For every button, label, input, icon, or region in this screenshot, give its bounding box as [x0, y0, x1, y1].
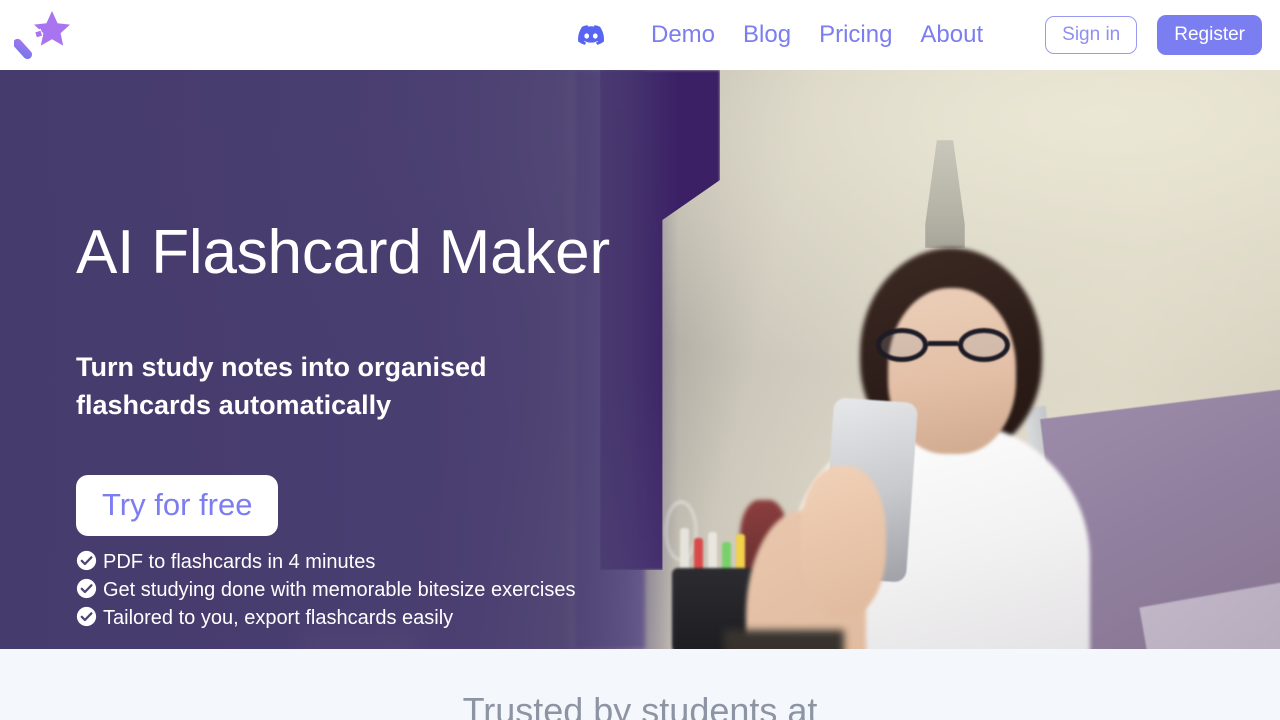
trusted-by-heading: Trusted by students at	[462, 690, 818, 720]
try-for-free-button[interactable]: Try for free	[76, 475, 279, 536]
discord-link[interactable]	[577, 21, 605, 49]
hero-title: AI Flashcard Maker	[76, 218, 610, 287]
magic-wand-star-icon	[14, 11, 70, 60]
nav-link-pricing[interactable]: Pricing	[819, 23, 892, 47]
brand-logo-link[interactable]	[14, 7, 70, 63]
hero-section: AI Flashcard Maker Turn study notes into…	[0, 70, 1280, 649]
feature-text: Tailored to you, export flashcards easil…	[103, 607, 454, 629]
hero-content: AI Flashcard Maker Turn study notes into…	[76, 70, 696, 649]
nav-link-demo[interactable]: Demo	[651, 23, 715, 47]
nav-link-blog[interactable]: Blog	[743, 23, 791, 47]
hero-subtitle: Turn study notes into organised flashcar…	[76, 352, 487, 421]
check-circle-icon	[76, 606, 97, 627]
nav-link-about[interactable]: About	[920, 23, 983, 47]
list-item: PDF to flashcards in 4 minutes	[76, 548, 596, 576]
main-navigation: Demo Blog Pricing About	[577, 21, 983, 49]
check-circle-icon	[76, 550, 97, 571]
list-item: Tailored to you, export flashcards easil…	[76, 604, 596, 632]
sign-in-button[interactable]: Sign in	[1045, 16, 1138, 54]
register-button[interactable]: Register	[1157, 15, 1262, 55]
feature-text: PDF to flashcards in 4 minutes	[103, 551, 376, 573]
discord-icon	[578, 25, 604, 45]
feature-text: Get studying done with memorable bitesiz…	[103, 579, 576, 601]
check-circle-icon	[76, 578, 97, 599]
trusted-by-section: Trusted by students at	[0, 649, 1280, 720]
auth-button-group: Sign in Register	[1045, 15, 1262, 55]
hero-feature-list: PDF to flashcards in 4 minutes Get study…	[76, 548, 596, 632]
site-header: Demo Blog Pricing About Sign in Register	[0, 0, 1280, 70]
list-item: Get studying done with memorable bitesiz…	[76, 576, 596, 604]
